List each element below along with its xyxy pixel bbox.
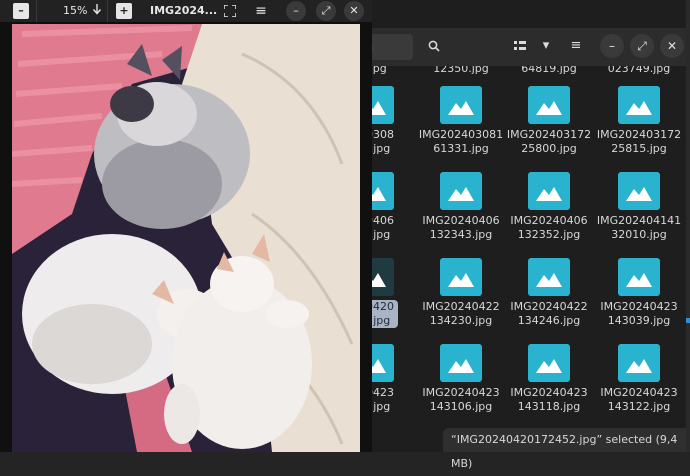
file-name: IMG202403081 61331.jpg (418, 128, 504, 155)
image-file-icon (528, 172, 570, 210)
arrow-down-icon[interactable] (89, 3, 105, 19)
file-item[interactable]: IMG202403172 25815.jpg (596, 86, 682, 156)
zoom-control[interactable]: 15% (36, 0, 108, 22)
search-icon[interactable] (422, 34, 446, 58)
canvas-margin (0, 22, 12, 452)
maximize-icon[interactable]: ⤢ (630, 34, 654, 58)
image-title: IMG2024... (150, 4, 218, 17)
file-name: IMG20240423 143118.jpg (510, 386, 588, 413)
file-name: IMG20240406 132352.jpg (510, 214, 588, 241)
file-item[interactable]: IMG20240422 134246.jpg (506, 258, 592, 328)
zoom-level: 15% (63, 4, 88, 17)
hamburger-icon[interactable]: ≡ (253, 3, 269, 19)
edge-accent (686, 318, 690, 323)
file-name: IMG20240423 143122.jpg (600, 386, 678, 413)
image-viewer-window: – 15% + IMG2024... ≡ – ⤢ ✕ (0, 0, 372, 452)
image-file-icon (440, 258, 482, 296)
image-file-icon (618, 258, 660, 296)
image-file-icon (528, 86, 570, 124)
chevron-down-icon[interactable]: ▾ (534, 34, 558, 58)
file-item[interactable]: IMG20240423 143039.jpg (596, 258, 682, 328)
file-name: IMG20240406 132343.jpg (422, 214, 500, 241)
file-name: IMG202403172 25800.jpg (506, 128, 592, 155)
canvas-margin (360, 22, 372, 452)
minus-icon[interactable]: – (13, 3, 29, 19)
file-item[interactable]: IMG20240423 143106.jpg (418, 344, 504, 414)
image-file-icon (618, 172, 660, 210)
window-edge (686, 0, 690, 452)
plus-icon[interactable]: + (116, 3, 132, 19)
close-icon[interactable]: ✕ (660, 34, 684, 58)
file-item[interactable]: IMG20240423 143118.jpg (506, 344, 592, 414)
selection-status: “IMG20240420172452.jpg” selected (9,4 MB… (443, 428, 690, 470)
file-item[interactable]: IMG202404141 32010.jpg (596, 172, 682, 242)
file-name: IMG202404141 32010.jpg (596, 214, 682, 241)
file-item[interactable]: IMG20240423 143122.jpg (596, 344, 682, 414)
file-item[interactable]: 023749.jpg (596, 66, 682, 76)
hamburger-icon[interactable]: ≡ (564, 34, 588, 58)
minimize-icon[interactable]: – (600, 34, 624, 58)
file-name: IMG20240422 134246.jpg (510, 300, 588, 327)
minimize-icon[interactable]: – (286, 1, 306, 21)
fullscreen-icon[interactable] (222, 3, 238, 19)
image-file-icon (440, 86, 482, 124)
image-file-icon (618, 344, 660, 382)
file-name: IMG20240423 143106.jpg (422, 386, 500, 413)
file-name: 12350.jpg (433, 66, 489, 75)
file-name: IMG202403172 25815.jpg (596, 128, 682, 155)
file-item[interactable]: 12350.jpg (418, 66, 504, 76)
photo-cats-on-bed (12, 24, 360, 452)
file-grid: 4.jpg 12350.jpg 64819.jpg 023749.jpg 240… (360, 66, 690, 452)
maximize-icon[interactable]: ⤢ (316, 1, 336, 21)
image-file-icon (528, 344, 570, 382)
image-file-icon (618, 86, 660, 124)
file-name: 023749.jpg (607, 66, 671, 75)
image-file-icon (440, 344, 482, 382)
file-name: IMG20240423 143039.jpg (600, 300, 678, 327)
image-file-icon (440, 172, 482, 210)
file-item[interactable]: 64819.jpg (506, 66, 592, 76)
viewer-headerbar: – 15% + IMG2024... ≡ – ⤢ ✕ (0, 0, 372, 22)
file-item[interactable]: IMG20240422 134230.jpg (418, 258, 504, 328)
image-file-icon (528, 258, 570, 296)
file-item[interactable]: IMG202403081 61331.jpg (418, 86, 504, 156)
file-item[interactable]: IMG20240406 132343.jpg (418, 172, 504, 242)
close-icon[interactable]: ✕ (344, 1, 364, 21)
file-name: 64819.jpg (521, 66, 577, 75)
view-toggle-icon[interactable] (508, 34, 532, 58)
file-name: IMG20240422 134230.jpg (422, 300, 500, 327)
file-item[interactable]: IMG20240406 132352.jpg (506, 172, 592, 242)
file-item[interactable]: IMG202403172 25800.jpg (506, 86, 592, 156)
